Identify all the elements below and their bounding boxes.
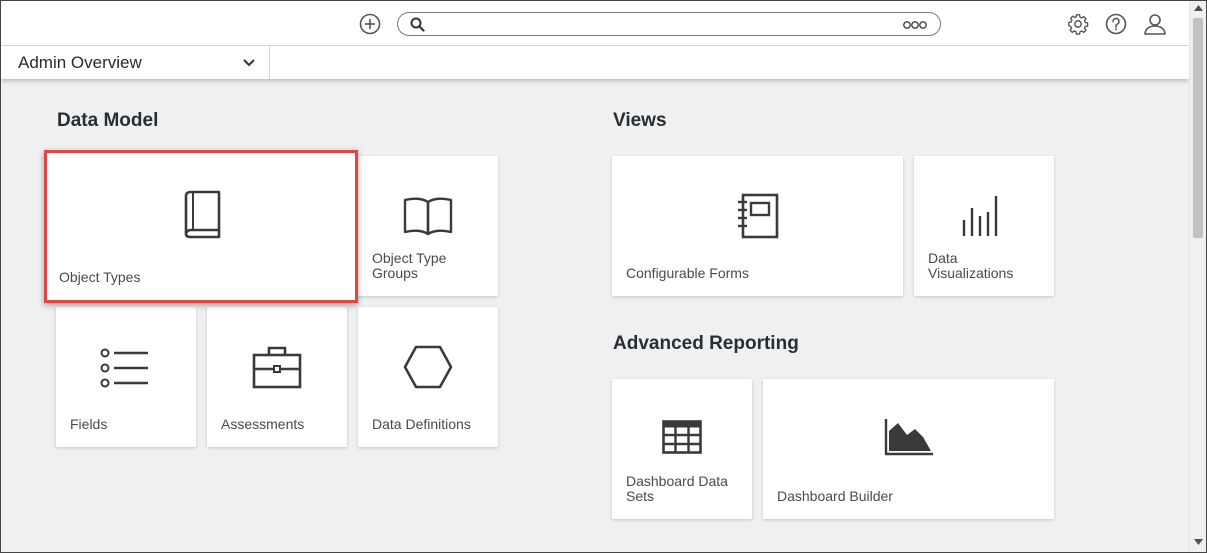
search-input[interactable]: [432, 15, 892, 33]
scroll-down-arrow-icon[interactable]: [1194, 539, 1203, 545]
assessments-card[interactable]: Assessments: [207, 307, 347, 447]
dashboard-builder-card[interactable]: Dashboard Builder: [763, 379, 1054, 519]
card-label: Dashboard Data Sets: [626, 473, 728, 504]
help-icon[interactable]: [1105, 13, 1127, 35]
list-icon: [100, 348, 148, 388]
gear-icon[interactable]: [1067, 13, 1089, 35]
search-icon: [410, 17, 425, 32]
card-label: Assessments: [221, 416, 305, 432]
card-label: Object Types: [59, 269, 141, 285]
chevron-down-icon: [243, 59, 255, 67]
top-bar: [1, 1, 1189, 46]
scroll-up-arrow-icon[interactable]: [1194, 5, 1203, 11]
data-visualizations-card[interactable]: Data Visualizations: [914, 156, 1054, 296]
data-definitions-card[interactable]: Data Definitions: [358, 307, 498, 447]
plus-circle-icon[interactable]: [359, 13, 381, 35]
object-type-groups-card[interactable]: Object Type Groups: [358, 156, 498, 296]
card-label: Data Visualizations: [928, 250, 1014, 281]
hexagon-icon: [403, 345, 453, 389]
scrollbar-thumb[interactable]: [1193, 18, 1203, 238]
card-label: Object Type Groups: [372, 250, 447, 281]
sub-header: Admin Overview: [1, 46, 1189, 79]
more-dots-icon[interactable]: [902, 19, 928, 31]
fields-card[interactable]: Fields: [56, 307, 196, 447]
search-bar: [397, 12, 941, 36]
card-label: Fields: [70, 416, 108, 432]
admin-overview-dropdown[interactable]: Admin Overview: [1, 46, 270, 79]
app-window: Admin Overview Data Model Object Type Gr…: [0, 0, 1207, 553]
notebook-icon: [738, 193, 779, 239]
dashboard-data-sets-card[interactable]: Dashboard Data Sets: [612, 379, 752, 519]
user-icon[interactable]: [1143, 13, 1167, 35]
bar-chart-icon: [962, 196, 998, 236]
briefcase-icon: [252, 346, 302, 389]
card-label: Data Definitions: [372, 416, 471, 432]
dropdown-label: Admin Overview: [18, 53, 142, 72]
views-title: Views: [613, 110, 667, 131]
open-book-icon: [403, 197, 453, 236]
configurable-forms-card[interactable]: Configurable Forms: [612, 156, 903, 296]
area-chart-icon: [884, 419, 933, 456]
data-model-title: Data Model: [57, 110, 159, 131]
book-icon: [184, 190, 221, 239]
card-label: Dashboard Builder: [777, 488, 893, 504]
advanced-reporting-title: Advanced Reporting: [613, 333, 799, 354]
table-grid-icon: [662, 420, 702, 454]
vertical-scrollbar[interactable]: [1189, 1, 1206, 552]
object-types-card[interactable]: Object Types: [44, 150, 358, 303]
card-label: Configurable Forms: [626, 265, 749, 281]
